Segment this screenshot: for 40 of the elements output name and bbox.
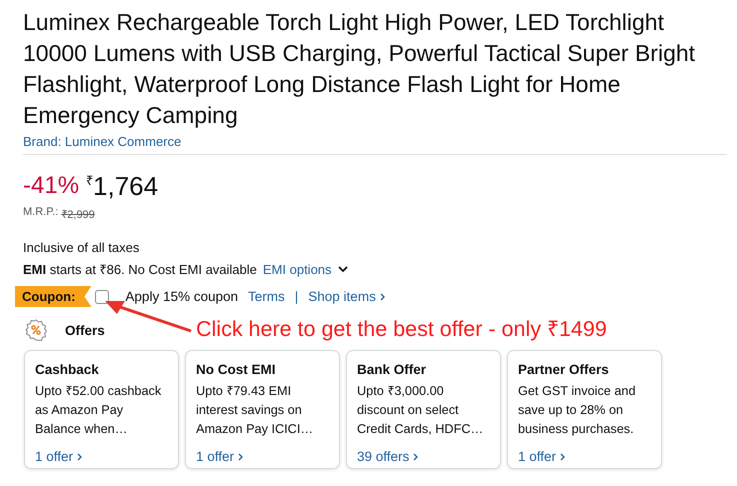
offer-description: Upto ₹79.43 EMI interest savings on Amazon Pay ICICI… [196,383,314,438]
shop-items-link[interactable]: Shop items [308,289,385,304]
offer-link[interactable]: 1 offer [35,449,82,464]
mrp-label: M.R.P.: [23,206,58,220]
offer-card[interactable]: No Cost EMI Upto ₹79.43 EMI interest savings on Amazon Pay ICICI… 1 offer [185,350,340,469]
tax-note: Inclusive of all taxes [23,240,140,255]
offer-link[interactable]: 1 offer [518,449,566,464]
currency-symbol: ₹ [86,174,94,188]
chevron-right-icon [380,292,385,300]
product-title: Luminex Rechargeable Torch Light High Power, LED Torchlight 10000 Lumens with USB Charging, Powerful Tactical Super Bright Flashlight, Waterproof Long Distance Flash Light for Home Emergency Camping [23,8,696,130]
offers-heading: Offers [65,322,105,338]
annotation-text: Click here to get the best offer - only ₹1499 [196,316,607,342]
offer-description: Upto ₹52.00 cashback as Amazon Pay Balance when… [35,383,162,438]
discount-percent: -41% [23,171,80,201]
offer-card[interactable]: Partner Offers Get GST invoice and save up to 28% on business purchases. 1 offer [507,350,662,469]
offer-link[interactable]: 1 offer [196,449,244,464]
offer-card[interactable]: Bank Offer Upto ₹3,000.00 discount on select Credit Cards, HDFC… 39 offers [346,350,501,469]
percent-badge-icon [25,319,47,341]
emi-text: EMI starts at ₹86. No Cost EMI available [23,261,257,278]
offer-title: Cashback [35,362,100,377]
coupon-label: Apply 15% coupon [125,289,238,304]
chevron-right-icon [413,452,418,460]
mrp-price: ₹2,999 [61,208,95,221]
offer-description: Upto ₹3,000.00 discount on select Credit Cards, HDFC… [357,383,484,438]
offer-title: No Cost EMI [196,362,276,377]
offer-title: Partner Offers [518,362,610,377]
offer-description: Get GST invoice and save up to 28% on business purchases. [518,383,637,438]
chevron-right-icon [77,452,82,460]
link-separator: | [294,289,298,304]
brand-link[interactable]: Brand: Luminex Commerce [23,134,182,149]
offer-title: Bank Offer [357,362,428,377]
emi-options-link[interactable]: EMI options [262,262,348,276]
chevron-right-icon [560,452,566,460]
offer-card[interactable]: Cashback Upto ₹52.00 cashback as Amazon Pay Balance when… 1 offer [24,350,179,469]
price: 1,764 [93,171,158,201]
coupon-badge: Coupon: [15,286,92,307]
chevron-right-icon [238,452,244,460]
offer-link[interactable]: 39 offers [357,449,418,464]
terms-link[interactable]: Terms [248,289,285,304]
chevron-down-icon [338,266,348,272]
